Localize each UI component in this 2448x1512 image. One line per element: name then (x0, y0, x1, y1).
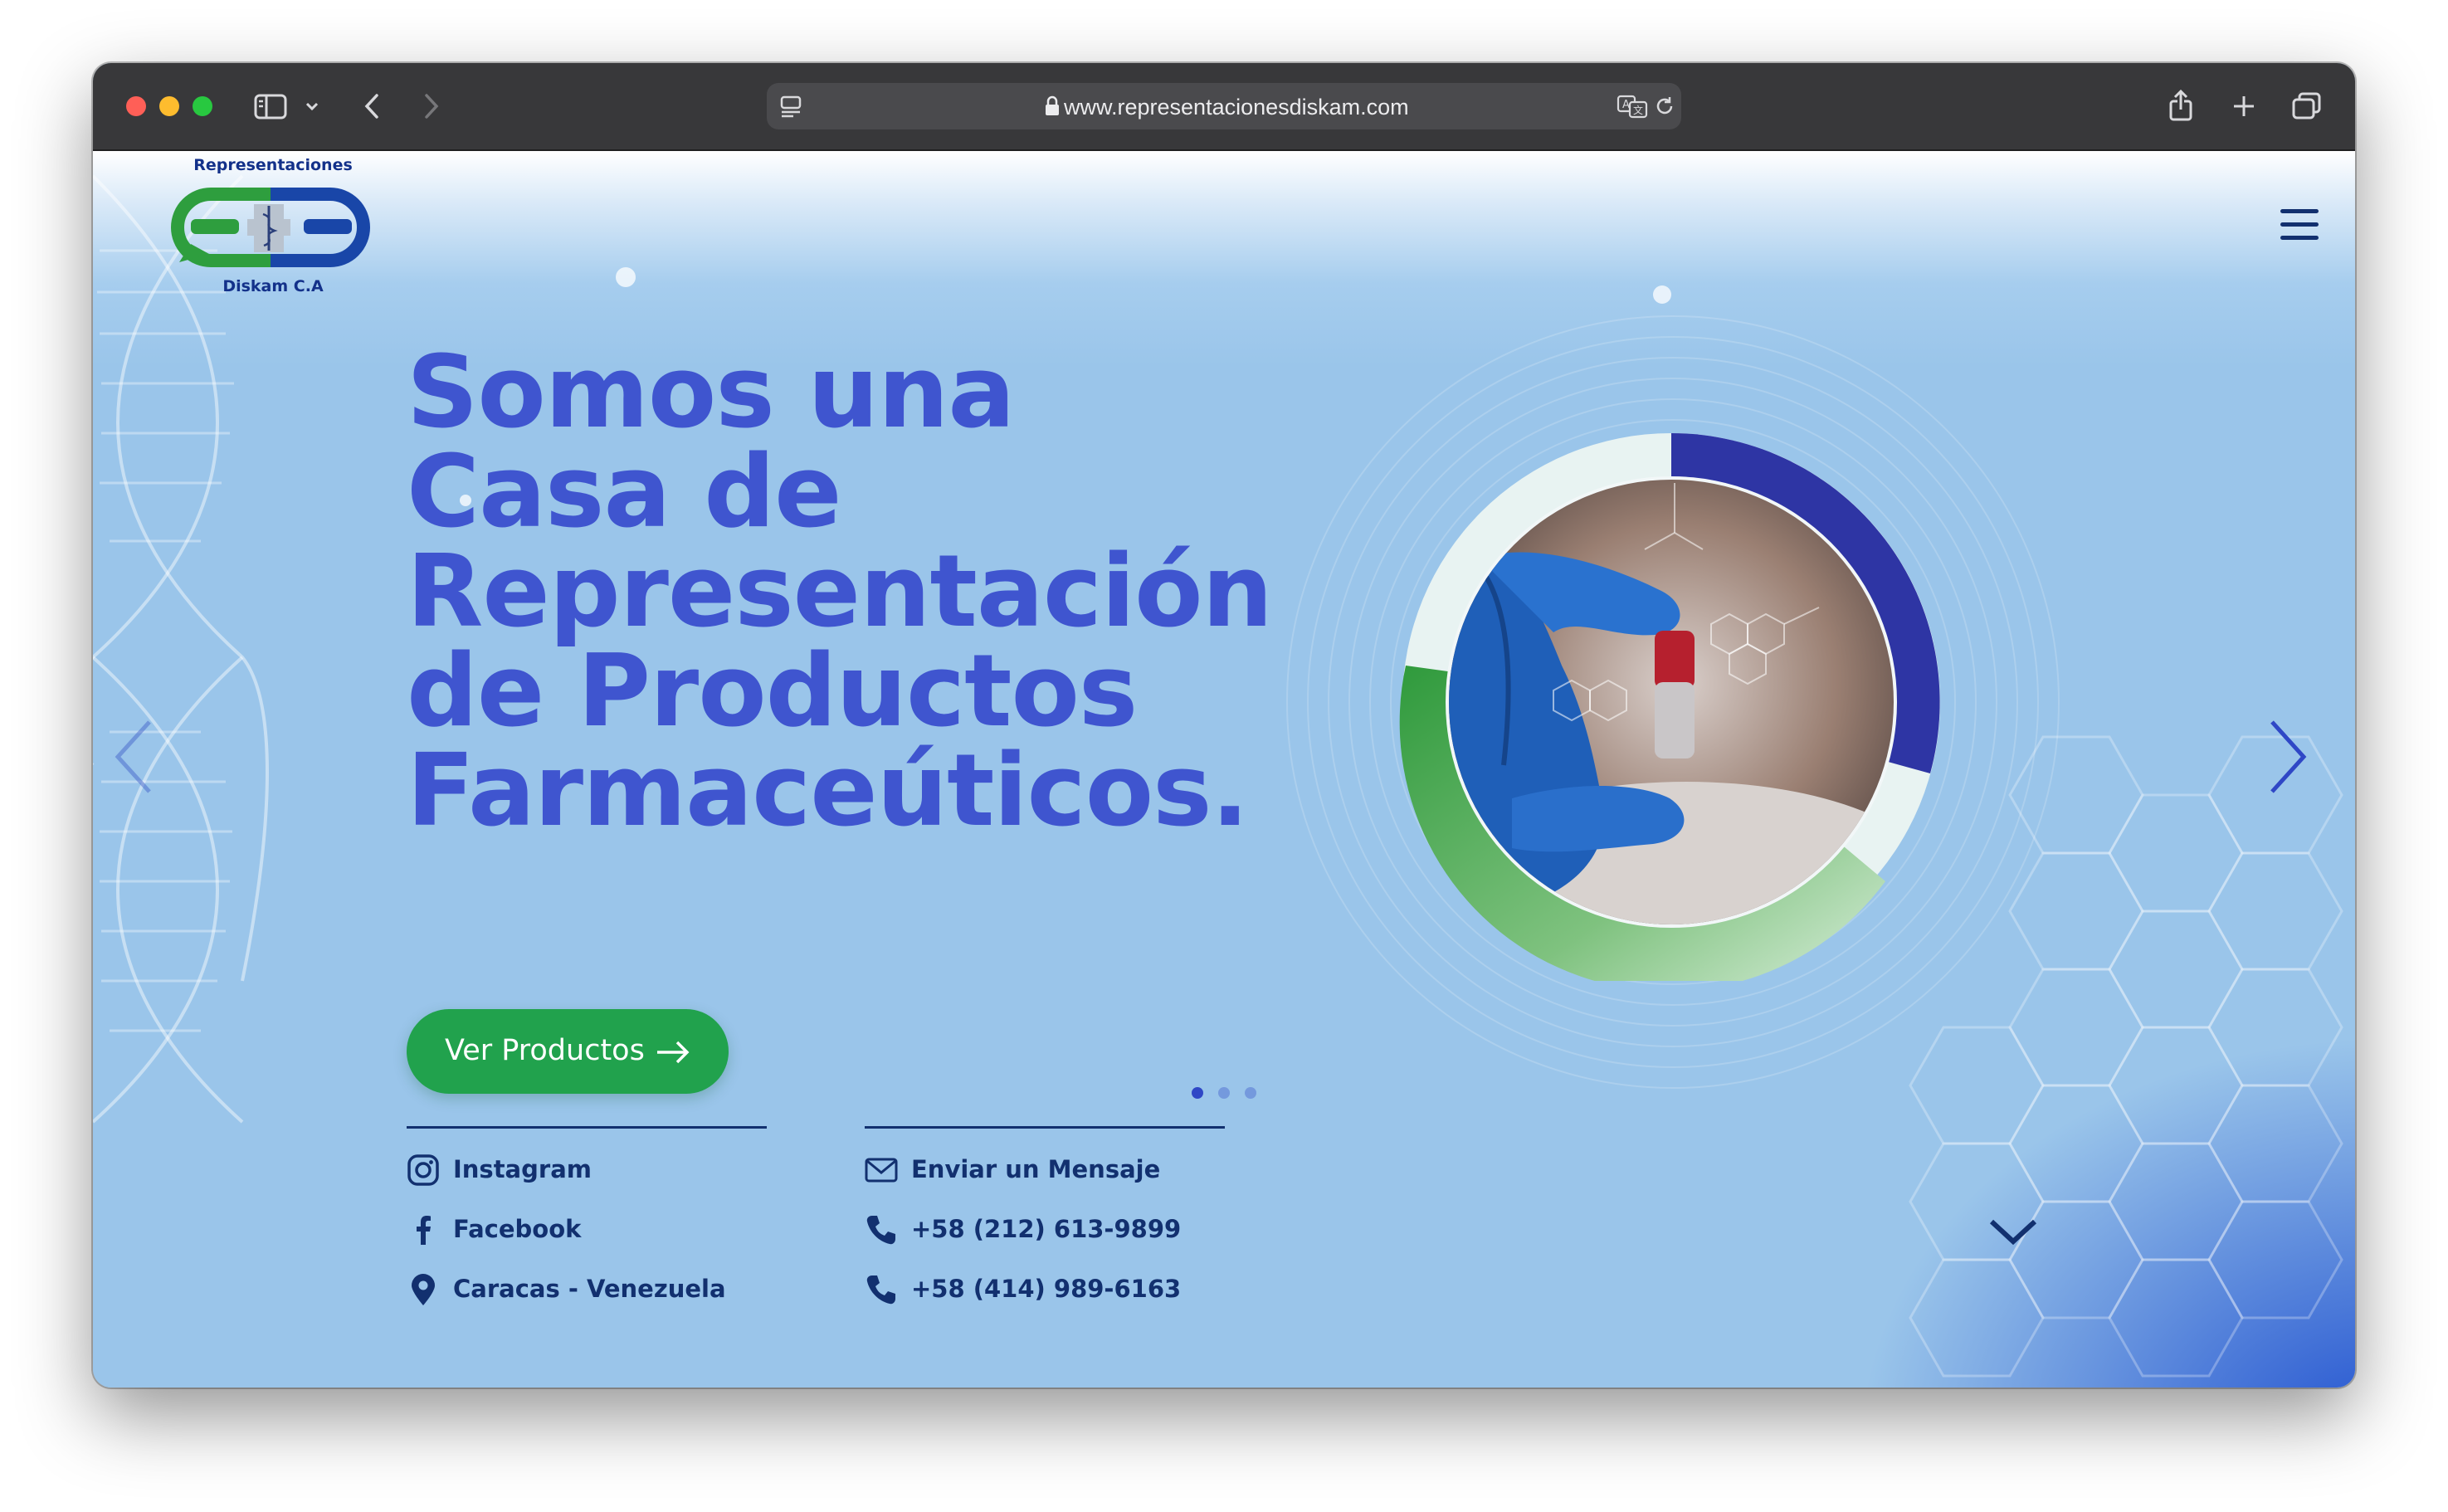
view-products-label: Ver Productos (445, 1034, 645, 1067)
instagram-icon (407, 1154, 439, 1186)
back-button[interactable] (358, 81, 387, 131)
svg-text:A: A (1622, 99, 1630, 111)
bubble (616, 267, 636, 287)
location-pin-icon (412, 1274, 435, 1305)
prev-slide-arrow-icon[interactable] (110, 715, 159, 798)
facebook-label: Facebook (453, 1215, 582, 1243)
url-text[interactable]: www.representacionesdiskam.com (1064, 95, 1409, 120)
menu-icon[interactable] (2280, 209, 2319, 241)
view-products-button[interactable]: Ver Productos (407, 1009, 729, 1094)
minimize-window-button[interactable] (159, 96, 179, 116)
phone-label-1: +58 (212) 613-9899 (911, 1215, 1182, 1243)
divider-left (407, 1126, 767, 1129)
svg-text:文: 文 (1633, 104, 1643, 116)
reload-icon[interactable] (1653, 95, 1676, 118)
phone-icon (866, 1275, 895, 1305)
phone-label-2: +58 (414) 989-6163 (911, 1275, 1182, 1303)
hero-headline: Somos una Casa de Representación de Prod… (407, 344, 1319, 841)
slide-dot-3[interactable] (1245, 1087, 1256, 1099)
browser-toolbar: www.representacionesdiskam.com A文 (93, 63, 2355, 151)
instagram-label: Instagram (453, 1155, 592, 1183)
envelope-icon (865, 1158, 898, 1183)
browser-window: www.representacionesdiskam.com A文 Repres… (93, 63, 2355, 1388)
send-message-label: Enviar un Mensaje (911, 1155, 1161, 1183)
facebook-icon (417, 1216, 431, 1245)
share-icon[interactable] (2164, 81, 2197, 131)
headline-line: Casa de (407, 435, 842, 550)
zoom-window-button[interactable] (193, 96, 212, 116)
headline-line: de Productos (407, 634, 1138, 749)
lock-icon (1046, 95, 1059, 115)
site-logo[interactable]: Representaciones Diskam C.A (161, 153, 385, 302)
headline-line: Somos una (407, 335, 1015, 451)
phone-icon (866, 1216, 895, 1245)
divider-right (865, 1126, 1225, 1129)
address-bar[interactable]: www.representacionesdiskam.com A文 (767, 83, 1681, 129)
slide-dot-2[interactable] (1218, 1087, 1230, 1099)
logo-top-text: Representaciones (193, 156, 353, 174)
tab-overview-icon[interactable] (2289, 81, 2325, 131)
chevron-down-icon[interactable] (302, 81, 322, 131)
location-label: Caracas - Venezuela (453, 1275, 726, 1303)
page-menu-icon[interactable] (778, 95, 803, 118)
headline-line: Farmaceúticos. (407, 734, 1249, 849)
capsule-logo-icon (171, 188, 370, 267)
arrow-right-icon (657, 1041, 690, 1064)
headline-line: Representación (407, 534, 1273, 650)
forward-button[interactable] (417, 81, 445, 131)
bubble (1653, 285, 1671, 304)
sidebar-toggle-icon[interactable] (252, 81, 289, 131)
hero-capsule-image (1399, 433, 1940, 981)
slide-dot-1[interactable] (1192, 1087, 1203, 1099)
close-window-button[interactable] (126, 96, 146, 116)
scroll-down-chevron-icon[interactable] (1987, 1215, 2040, 1248)
translate-icon[interactable]: A文 (1617, 93, 1648, 119)
web-page: Representaciones Diskam C.A Somos una Ca… (93, 151, 2355, 1388)
logo-bottom-text: Diskam C.A (222, 277, 324, 295)
new-tab-icon[interactable] (2227, 81, 2260, 131)
next-slide-arrow-icon[interactable] (2262, 715, 2312, 798)
